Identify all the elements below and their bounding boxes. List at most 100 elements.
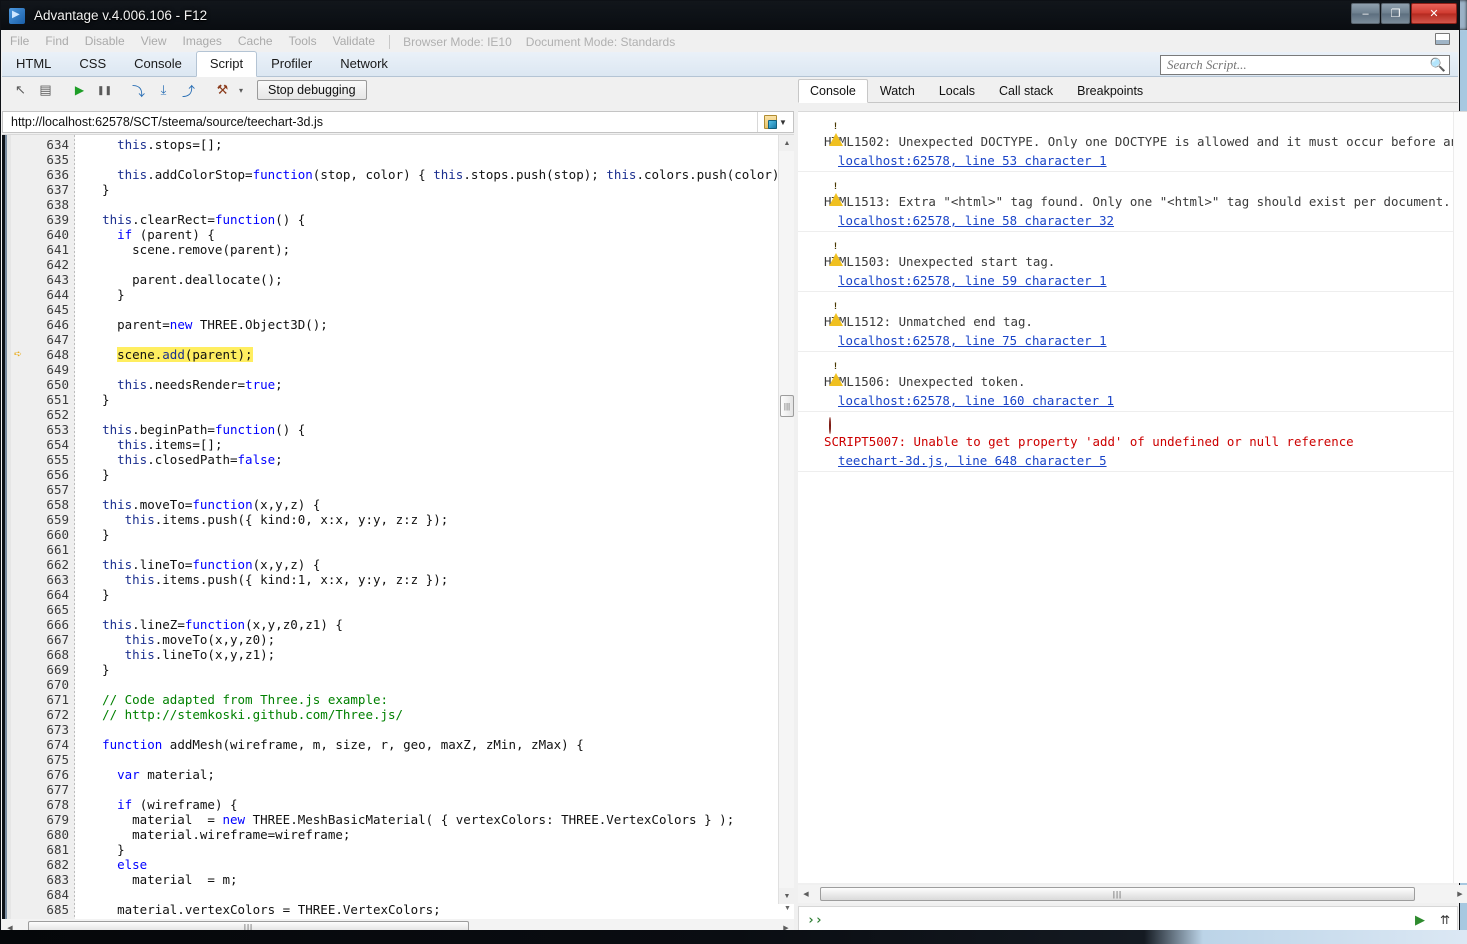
- code-line[interactable]: 681 }: [2, 842, 794, 857]
- console-message[interactable]: HTML1502: Unexpected DOCTYPE. Only one D…: [798, 112, 1467, 172]
- tab-html[interactable]: HTML: [2, 51, 65, 77]
- code-line[interactable]: 665: [2, 602, 794, 617]
- code-line[interactable]: 643 parent.deallocate();: [2, 272, 794, 287]
- tab-css[interactable]: CSS: [65, 51, 120, 77]
- console-scroll-down-arrow[interactable]: ▼: [781, 901, 794, 915]
- code-line[interactable]: 668 this.lineTo(x,y,z1);: [2, 647, 794, 662]
- tab-call-stack[interactable]: Call stack: [987, 79, 1065, 103]
- console-message[interactable]: HTML1513: Extra "<html>" tag found. Only…: [798, 172, 1467, 232]
- menu-item-disable[interactable]: Disable: [77, 31, 133, 52]
- code-line[interactable]: 685 material.vertexColors = THREE.Vertex…: [2, 902, 794, 917]
- code-line[interactable]: 651 }: [2, 392, 794, 407]
- console-message-location-link[interactable]: localhost:62578, line 160 character 1: [838, 391, 1114, 410]
- code-line[interactable]: 677: [2, 782, 794, 797]
- code-line[interactable]: 640 if (parent) {: [2, 227, 794, 242]
- code-line[interactable]: 673: [2, 722, 794, 737]
- close-button[interactable]: ✕: [1411, 3, 1457, 24]
- code-line[interactable]: 680 material.wireframe=wireframe;: [2, 827, 794, 842]
- code-line[interactable]: 663 this.items.push({ kind:1, x:x, y:y, …: [2, 572, 794, 587]
- menu-item-images[interactable]: Images: [175, 31, 230, 52]
- code-line[interactable]: 639 this.clearRect=function() {: [2, 212, 794, 227]
- menu-item-view[interactable]: View: [133, 31, 175, 52]
- step-into-icon[interactable]: ⤓: [151, 79, 176, 101]
- chevron-down-icon[interactable]: ▾: [235, 79, 247, 101]
- search-input[interactable]: [1161, 56, 1427, 74]
- menu-item-cache[interactable]: Cache: [230, 31, 281, 52]
- code-line[interactable]: 670: [2, 677, 794, 692]
- code-vscroll-thumb[interactable]: |||: [780, 395, 794, 417]
- browser-mode-label[interactable]: Browser Mode: IE10: [396, 35, 519, 49]
- select-element-icon[interactable]: ↖: [8, 79, 33, 101]
- code-line[interactable]: 678 if (wireframe) {: [2, 797, 794, 812]
- code-line[interactable]: 671 // Code adapted from Three.js exampl…: [2, 692, 794, 707]
- code-line[interactable]: 637 }: [2, 182, 794, 197]
- menu-item-find[interactable]: Find: [37, 31, 76, 52]
- stop-debugging-button[interactable]: Stop debugging: [257, 80, 367, 100]
- search-script-box[interactable]: 🔍: [1160, 55, 1450, 75]
- code-line[interactable]: 672 // http://stemkoski.github.com/Three…: [2, 707, 794, 722]
- menu-item-tools[interactable]: Tools: [281, 31, 325, 52]
- step-out-icon[interactable]: ⤴: [176, 79, 201, 101]
- code-line[interactable]: 682 else: [2, 857, 794, 872]
- debug-options-icon[interactable]: ⚒: [210, 79, 235, 101]
- code-line[interactable]: 660 }: [2, 527, 794, 542]
- code-line[interactable]: 661: [2, 542, 794, 557]
- tab-script[interactable]: Script: [195, 51, 258, 77]
- code-line[interactable]: 645: [2, 302, 794, 317]
- play-arrow-icon[interactable]: ▶: [1407, 912, 1433, 928]
- tab-watch[interactable]: Watch: [868, 79, 927, 103]
- console-message-location-link[interactable]: localhost:62578, line 53 character 1: [838, 151, 1107, 170]
- dock-panel-icon[interactable]: [1435, 33, 1453, 49]
- code-line[interactable]: 634 this.stops=[];: [2, 137, 794, 152]
- code-line[interactable]: 658 this.moveTo=function(x,y,z) {: [2, 497, 794, 512]
- clear-browser-cache-icon[interactable]: ▤: [33, 79, 58, 101]
- console-message[interactable]: HTML1512: Unmatched end tag. localhost:62…: [798, 292, 1467, 352]
- code-line[interactable]: 644 }: [2, 287, 794, 302]
- code-line[interactable]: 650 this.needsRender=true;: [2, 377, 794, 392]
- tab-console[interactable]: Console: [120, 51, 196, 77]
- code-line[interactable]: 642: [2, 257, 794, 272]
- tab-locals[interactable]: Locals: [927, 79, 987, 103]
- code-line[interactable]: 657: [2, 482, 794, 497]
- code-line[interactable]: 647: [2, 332, 794, 347]
- code-line[interactable]: 683 material = m;: [2, 872, 794, 887]
- console-output-list[interactable]: HTML1502: Unexpected DOCTYPE. Only one D…: [798, 111, 1467, 883]
- menu-item-validate[interactable]: Validate: [325, 31, 383, 52]
- console-message[interactable]: HTML1506: Unexpected token. localhost:625…: [798, 352, 1467, 412]
- console-hscroll-thumb[interactable]: |||: [820, 887, 1415, 901]
- code-line[interactable]: 636 this.addColorStop=function(stop, col…: [2, 167, 794, 182]
- console-message-location-link[interactable]: teechart-3d.js, line 648 character 5: [838, 451, 1107, 470]
- tab-network[interactable]: Network: [326, 51, 402, 77]
- code-line[interactable]: 675: [2, 752, 794, 767]
- continue-run-icon[interactable]: ▶: [67, 79, 92, 101]
- maximize-button[interactable]: ❐: [1381, 3, 1410, 24]
- console-message-location-link[interactable]: localhost:62578, line 58 character 32: [838, 211, 1114, 230]
- magnifier-icon[interactable]: 🔍: [1427, 57, 1449, 73]
- code-line[interactable]: 659 this.items.push({ kind:0, x:x, y:y, …: [2, 512, 794, 527]
- console-vertical-scrollbar[interactable]: [1453, 112, 1467, 883]
- script-source-pane[interactable]: 634 this.stops=[]; 635 636 this.addColorSt…: [2, 134, 794, 919]
- code-line[interactable]: 653 this.beginPath=function() {: [2, 422, 794, 437]
- code-line[interactable]: 646 parent=new THREE.Object3D();: [2, 317, 794, 332]
- code-line[interactable]: 676 var material;: [2, 767, 794, 782]
- code-line[interactable]: ➪ 648 scene.add(parent);: [2, 347, 794, 362]
- console-horizontal-scrollbar[interactable]: ◀ ||| ▶: [798, 885, 1467, 903]
- code-line[interactable]: 674 function addMesh(wireframe, m, size,…: [2, 737, 794, 752]
- tab-console[interactable]: Console: [798, 79, 868, 103]
- tab-breakpoints[interactable]: Breakpoints: [1065, 79, 1155, 103]
- code-line[interactable]: 684: [2, 887, 794, 902]
- step-over-icon[interactable]: ⤵: [126, 79, 151, 101]
- code-line[interactable]: 649: [2, 362, 794, 377]
- code-line[interactable]: 656 }: [2, 467, 794, 482]
- code-line[interactable]: 669 }: [2, 662, 794, 677]
- code-line[interactable]: 638: [2, 197, 794, 212]
- console-message[interactable]: HTML1503: Unexpected start tag. localhost…: [798, 232, 1467, 292]
- code-line[interactable]: 664 }: [2, 587, 794, 602]
- scroll-left-arrow[interactable]: ◀: [798, 887, 814, 902]
- code-line[interactable]: 666 this.lineZ=function(x,y,z0,z1) {: [2, 617, 794, 632]
- code-line[interactable]: 635: [2, 152, 794, 167]
- clipboard-script-icon[interactable]: ▼: [757, 112, 793, 132]
- code-line[interactable]: 662 this.lineTo=function(x,y,z) {: [2, 557, 794, 572]
- console-message-location-link[interactable]: localhost:62578, line 75 character 1: [838, 331, 1107, 350]
- console-command-input[interactable]: [822, 908, 1407, 932]
